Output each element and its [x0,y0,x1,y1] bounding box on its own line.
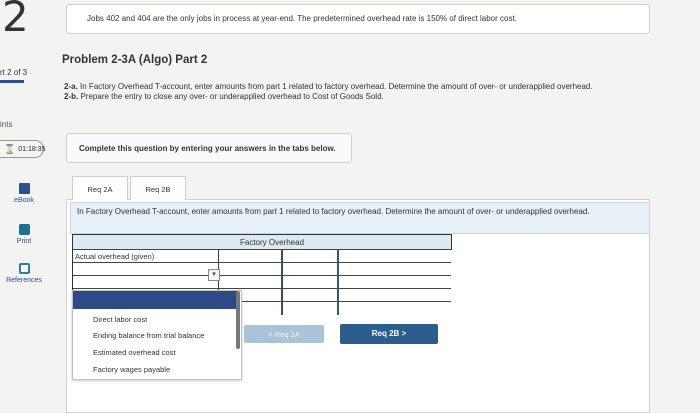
part-progress-bar [0,80,24,83]
instruction-b-label: 2-b. [64,92,79,101]
dropdown-option[interactable]: Factory wages payable [93,365,170,374]
instruction-a: 2-a. In Factory Overhead T-account, ente… [64,82,624,92]
complete-note: Complete this question by entering your … [79,144,336,153]
part-indicator: rt 2 of 3 [0,68,28,77]
references-button[interactable]: References [0,263,48,284]
dropdown-option[interactable]: Direct labor cost [93,315,147,324]
t-row-5-credit-amount[interactable] [338,302,453,315]
instructions: 2-a. In Factory Overhead T-account, ente… [64,82,624,102]
book-icon [18,183,30,194]
timer: ⌛ 01:18:35 [0,140,46,158]
timer-value: 01:18:35 [18,145,46,153]
question-number: 2 [2,0,29,41]
problem-title: Problem 2-3A (Algo) Part 2 [62,54,208,66]
intro-text: Jobs 402 and 404 are the only jobs in pr… [87,14,517,23]
prev-req-button[interactable]: < Req 2A [244,325,324,343]
references-label: References [6,277,42,284]
account-dropdown-list[interactable]: Direct labor cost Ending balance from tr… [72,290,242,380]
hourglass-icon: ⌛ [4,143,16,154]
prev-req-label: Req 2A [274,330,300,339]
ebook-button[interactable]: eBook [0,183,48,204]
chevron-left-icon: < [268,330,273,339]
tab-req-2a[interactable]: Req 2A [72,176,128,200]
t-row-2 [73,262,453,276]
print-icon [18,224,30,235]
chevron-down-icon[interactable]: ▾ [208,269,220,281]
dropdown-highlighted-option[interactable] [73,291,237,309]
next-req-button[interactable]: Req 2B > [340,324,438,344]
references-icon [18,263,30,274]
instruction-b-text: Prepare the entry to close any over- or … [80,92,384,101]
t-account-title: Factory Overhead [73,235,451,249]
points-label: ints [0,120,13,129]
next-req-label: Req 2B [371,329,400,338]
print-label: Print [16,238,32,245]
dropdown-option[interactable]: Ending balance from trial balance [93,331,204,340]
t-row-5-credit-label[interactable] [282,302,338,315]
dropdown-option[interactable]: Estimated overhead cost [93,348,176,357]
panel-message-text: In Factory Overhead T-account, enter amo… [77,207,590,216]
chevron-right-icon: > [401,329,407,338]
t-account-inner-divider [281,249,282,315]
tab-req-2b[interactable]: Req 2B [130,176,186,200]
intro-box: Jobs 402 and 404 are the only jobs in pr… [66,4,650,34]
instruction-a-text: In Factory Overhead T-account, enter amo… [80,82,593,91]
ebook-label: eBook [14,197,34,204]
t-row-3 [73,275,453,289]
dropdown-scrollbar[interactable] [236,291,240,349]
t-row-1: Actual overhead (given) [73,249,453,263]
instruction-a-label: 2-a. [64,82,78,91]
complete-note-box: Complete this question by entering your … [66,133,352,163]
t-row-1-label: Actual overhead (given) [75,252,155,261]
instruction-b: 2-b. Prepare the entry to close any over… [64,92,624,102]
t-account-center-line [337,249,339,315]
panel-message: In Factory Overhead T-account, enter amo… [70,202,650,234]
print-button[interactable]: Print [0,224,48,245]
